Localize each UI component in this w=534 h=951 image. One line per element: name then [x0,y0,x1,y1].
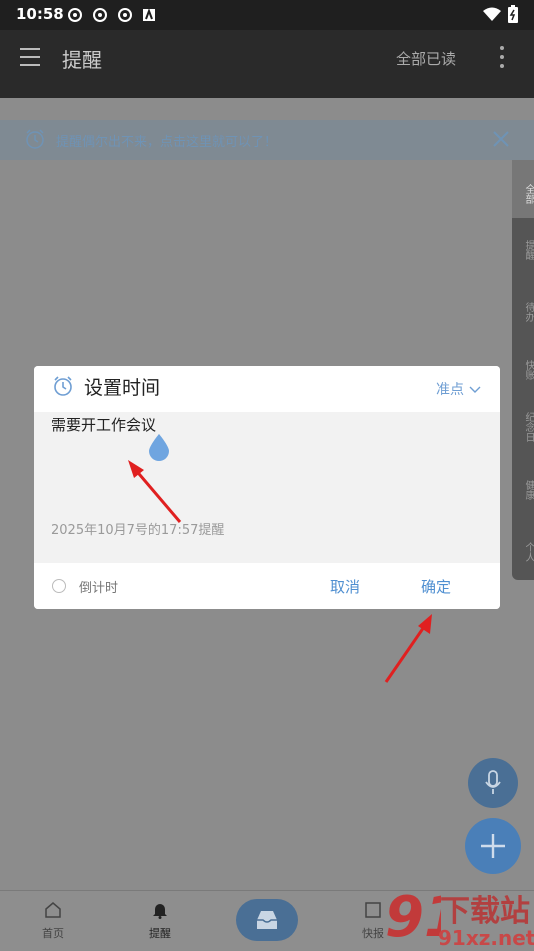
notification-icon [93,8,107,22]
wifi-icon [483,7,501,21]
battery-icon [508,5,518,23]
home-icon[interactable] [44,901,62,919]
watermark-text: 下载站 [440,894,530,929]
voice-input-button[interactable] [468,758,518,808]
quick-icon[interactable] [364,901,382,919]
nav-home-label[interactable]: 首页 [42,925,64,941]
cancel-button[interactable]: 取消 [330,576,360,597]
watermark-logo: 91 [385,885,441,946]
page-title: 提醒 [62,48,102,72]
alarm-clock-icon [54,376,72,396]
notification-icon [118,8,132,22]
close-icon[interactable] [492,130,510,148]
chevron-down-icon [469,386,481,393]
svg-text:91: 91 [385,885,441,946]
set-time-dialog: 设置时间 准点 需要开工作会议 2025年10月7号的17:57提醒 倒计时 取… [34,366,500,609]
countdown-label[interactable]: 倒计时 [79,577,118,596]
confirm-button[interactable]: 确定 [421,576,451,597]
reminder-mode-label: 准点 [436,382,464,398]
status-bar: 10:58 [0,0,534,30]
side-tab-health[interactable]: 健康 [512,470,534,510]
nav-quick-label[interactable]: 快报 [362,925,384,941]
watermark-url: 91xz.net [438,926,534,950]
app-bar: 提醒 全部已读 [0,30,534,98]
app-notification-icon [143,9,155,21]
plus-icon [481,834,505,858]
more-options-icon[interactable] [496,46,508,70]
side-category-tabs: 全部 提醒 待办 快账 纪念日 健康 个人 [512,160,534,580]
side-tab-reminders[interactable]: 提醒 [512,230,534,270]
side-tab-all[interactable]: 全部 [512,160,534,218]
reminder-mode-dropdown[interactable]: 准点 [436,379,481,399]
side-tab-anniversary[interactable]: 纪念日 [512,405,534,449]
dialog-title: 设置时间 [84,377,161,399]
bell-icon[interactable] [151,901,169,919]
side-tab-quick-account[interactable]: 快账 [512,350,534,390]
inbox-button[interactable] [236,899,298,941]
read-all-button[interactable]: 全部已读 [396,48,456,69]
reminder-content-input[interactable]: 需要开工作会议 [51,414,156,435]
notification-icon [68,8,82,22]
inbox-icon [257,911,277,929]
alarm-clock-icon [26,129,44,149]
side-tab-personal[interactable]: 个人 [512,532,534,572]
add-reminder-button[interactable] [465,818,521,874]
microphone-icon [485,770,501,794]
countdown-radio[interactable] [52,579,66,593]
menu-icon[interactable] [20,48,40,66]
status-time: 10:58 [16,5,64,23]
annotation-arrow [384,614,432,683]
nav-reminders-label[interactable]: 提醒 [149,925,171,941]
side-tab-todo[interactable]: 待办 [512,292,534,332]
notice-text[interactable]: 提醒偶尔出不来，点击这里就可以了！ [56,131,277,150]
annotation-arrow [128,460,182,523]
